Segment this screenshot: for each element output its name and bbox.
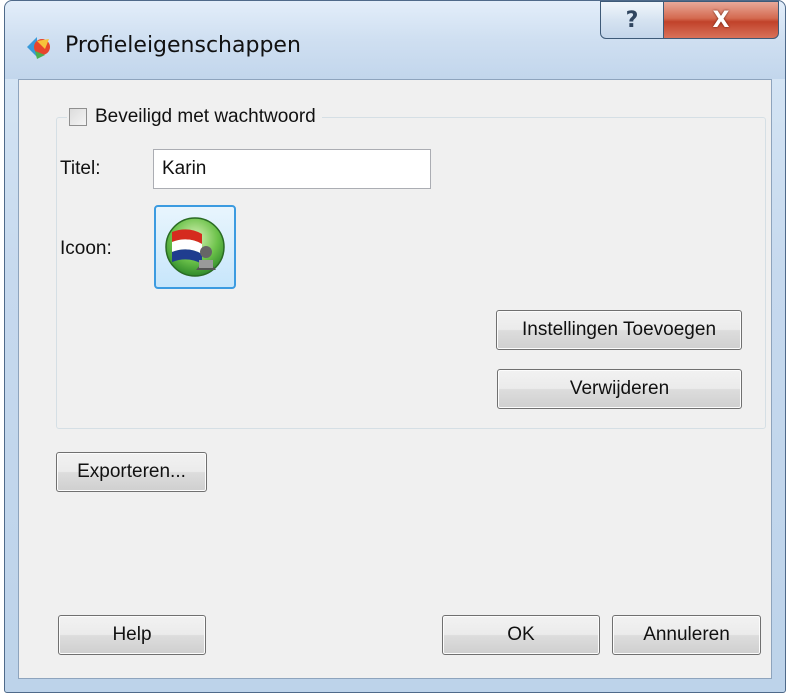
help-button[interactable]: Help: [58, 615, 206, 655]
export-button[interactable]: Exporteren...: [56, 452, 207, 492]
close-caption-button[interactable]: X: [663, 1, 779, 39]
window-title: Profieleigenschappen: [65, 33, 301, 58]
icon-picker-button[interactable]: [154, 205, 236, 289]
ok-button[interactable]: OK: [442, 615, 600, 655]
icon-label: Icoon:: [60, 238, 112, 259]
password-checkbox[interactable]: [69, 108, 87, 126]
add-settings-button[interactable]: Instellingen Toevoegen: [496, 310, 742, 350]
title-input[interactable]: Karin: [153, 149, 431, 189]
close-icon: X: [712, 7, 730, 33]
password-option[interactable]: Beveiligd met wachtwoord: [67, 104, 322, 130]
caption-buttons: ? X: [600, 1, 779, 41]
app-icon: [27, 37, 50, 59]
cancel-button[interactable]: Annuleren: [612, 615, 761, 655]
title-bar[interactable]: Profieleigenschappen ? X: [5, 1, 785, 79]
title-label: Titel:: [60, 158, 101, 179]
remove-button[interactable]: Verwijderen: [497, 369, 742, 409]
dialog-client-area: Beveiligd met wachtwoord Titel: Karin Ic…: [18, 79, 772, 679]
help-caption-button[interactable]: ?: [600, 1, 664, 39]
dialog-window: Profieleigenschappen ? X Beveiligd met w…: [4, 0, 786, 693]
question-mark-icon: ?: [625, 7, 639, 33]
dutch-flag-user-icon: [165, 217, 225, 277]
password-checkbox-label: Beveiligd met wachtwoord: [95, 106, 316, 127]
